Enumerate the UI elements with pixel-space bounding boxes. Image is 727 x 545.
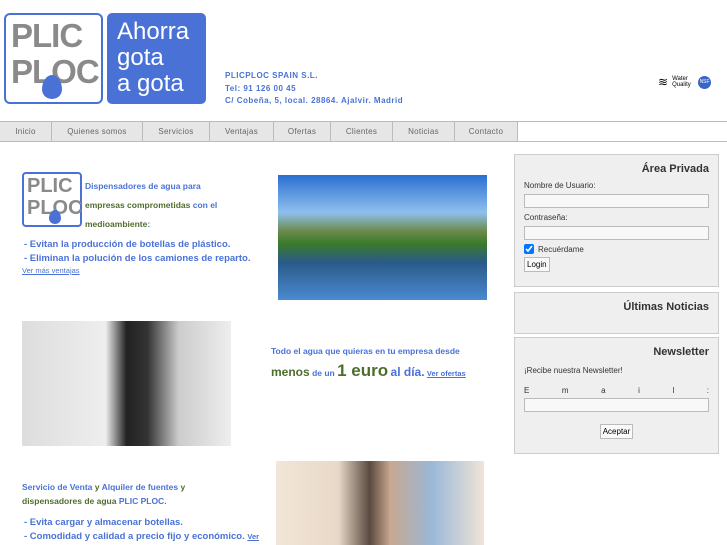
text: Servicio de Venta xyxy=(22,482,93,492)
email-input[interactable] xyxy=(524,398,709,412)
text: PLIC PLOC. xyxy=(118,496,167,506)
see-offers-link[interactable]: Ver ofertas xyxy=(427,369,466,378)
text: l xyxy=(672,386,675,395)
text: menos xyxy=(271,365,310,379)
small-logo: PLIC PLOC xyxy=(22,172,83,227)
water-dispensers-photo xyxy=(22,321,231,446)
benefit-item: - Evitan la producción de botellas de pl… xyxy=(24,239,231,250)
text: y xyxy=(84,531,90,542)
text: Dispensadores de agua para xyxy=(85,181,201,191)
main-nav: Inicio Quienes somos Servicios Ventajas … xyxy=(0,121,727,142)
login-button[interactable]: Login xyxy=(524,257,550,272)
private-area-title: Área Privada xyxy=(641,163,709,175)
text: - Comodidad xyxy=(24,531,83,542)
latest-news-panel: Últimas Noticias xyxy=(514,292,719,334)
text: i xyxy=(638,386,640,395)
nav-ofertas[interactable]: Ofertas xyxy=(274,122,331,141)
newsletter-title: Newsletter xyxy=(653,346,709,358)
text: y xyxy=(94,482,100,492)
plicploc-logo[interactable]: PLIC PLOC xyxy=(4,13,103,104)
accept-button[interactable]: Aceptar xyxy=(599,424,634,439)
text: medioambiente xyxy=(85,219,148,229)
slogan-banner: Ahorra gota a gota xyxy=(107,13,206,104)
text: E xyxy=(524,386,530,395)
water-drop-icon xyxy=(49,210,61,224)
text: 1 euro xyxy=(337,361,389,380)
remember-checkbox[interactable] xyxy=(524,244,534,254)
username-input[interactable] xyxy=(524,194,709,208)
nav-servicios[interactable]: Servicios xyxy=(143,122,210,141)
company-address: C/ Cobeña, 5, local. 28864. Ajalvir. Mad… xyxy=(225,96,404,105)
company-name: PLICPLOC SPAIN S.L. xyxy=(225,71,318,80)
password-label: Contraseña: xyxy=(524,213,568,222)
see-more-link[interactable]: Ver xyxy=(247,532,259,541)
text: : xyxy=(706,386,709,395)
username-label: Nombre de Usuario: xyxy=(524,181,596,190)
text: Todo el agua que quieras en tu empresa d… xyxy=(271,346,460,356)
company-phone: Tel: 91 126 00 45 xyxy=(225,83,297,93)
text: y xyxy=(180,482,186,492)
slogan-line: Ahorra xyxy=(117,18,190,45)
newsletter-text: ¡Recibe nuestra Newsletter! xyxy=(524,366,623,375)
text: calidad xyxy=(92,531,126,542)
text: y xyxy=(184,531,190,542)
nav-ventajas[interactable]: Ventajas xyxy=(210,122,274,141)
text: : xyxy=(147,219,151,229)
nav-inicio[interactable]: Inicio xyxy=(0,122,52,141)
more-advantages-link[interactable]: Ver más ventajas xyxy=(22,266,80,275)
nsf-badge: NSF xyxy=(698,75,712,89)
text: económico. xyxy=(191,531,245,542)
remember-label: Recuérdame xyxy=(538,244,584,254)
certification-badges: ≋ Water Quality NSF xyxy=(658,75,712,89)
text: dispensadores de agua xyxy=(22,496,117,506)
text: de un xyxy=(312,368,335,378)
water-quality-label: Water Quality xyxy=(672,76,691,88)
latest-news-title: Últimas Noticias xyxy=(623,301,709,313)
nav-noticias[interactable]: Noticias xyxy=(393,122,455,141)
water-drop-icon xyxy=(42,75,62,99)
private-area-panel: Área Privada Nombre de Usuario: Contrase… xyxy=(514,154,719,287)
benefit-item: - Eliminan la polución de los camiones d… xyxy=(24,253,251,264)
surprised-woman-photo xyxy=(276,461,484,545)
nav-clientes[interactable]: Clientes xyxy=(331,122,393,141)
slogan-line: gota xyxy=(117,44,164,71)
text: a xyxy=(601,386,606,395)
password-input[interactable] xyxy=(524,226,709,240)
text: Alquiler de fuentes xyxy=(101,482,179,492)
nav-contacto[interactable]: Contacto xyxy=(455,122,518,141)
text: m xyxy=(561,386,569,395)
text: empresas comprometidas xyxy=(85,200,191,210)
landscape-photo xyxy=(278,175,487,300)
text: precio fijo xyxy=(135,531,182,542)
water-quality-icon: ≋ xyxy=(658,75,669,89)
text: con el xyxy=(192,200,218,210)
logo-text: PLIC xyxy=(11,17,83,54)
slogan-line: a gota xyxy=(117,70,184,97)
text: a xyxy=(128,531,134,542)
benefit-item: - Evita cargar y almacenar botellas. xyxy=(24,517,183,528)
company-info: PLICPLOC SPAIN S.L. Tel: 91 126 00 45 C/… xyxy=(225,70,403,108)
nav-quienes-somos[interactable]: Quienes somos xyxy=(52,122,143,141)
logo-text: PLIC xyxy=(27,175,73,197)
text: al día. xyxy=(390,365,425,379)
email-label: Em a i l: xyxy=(524,386,709,395)
newsletter-panel: Newsletter ¡Recibe nuestra Newsletter! E… xyxy=(514,337,719,454)
